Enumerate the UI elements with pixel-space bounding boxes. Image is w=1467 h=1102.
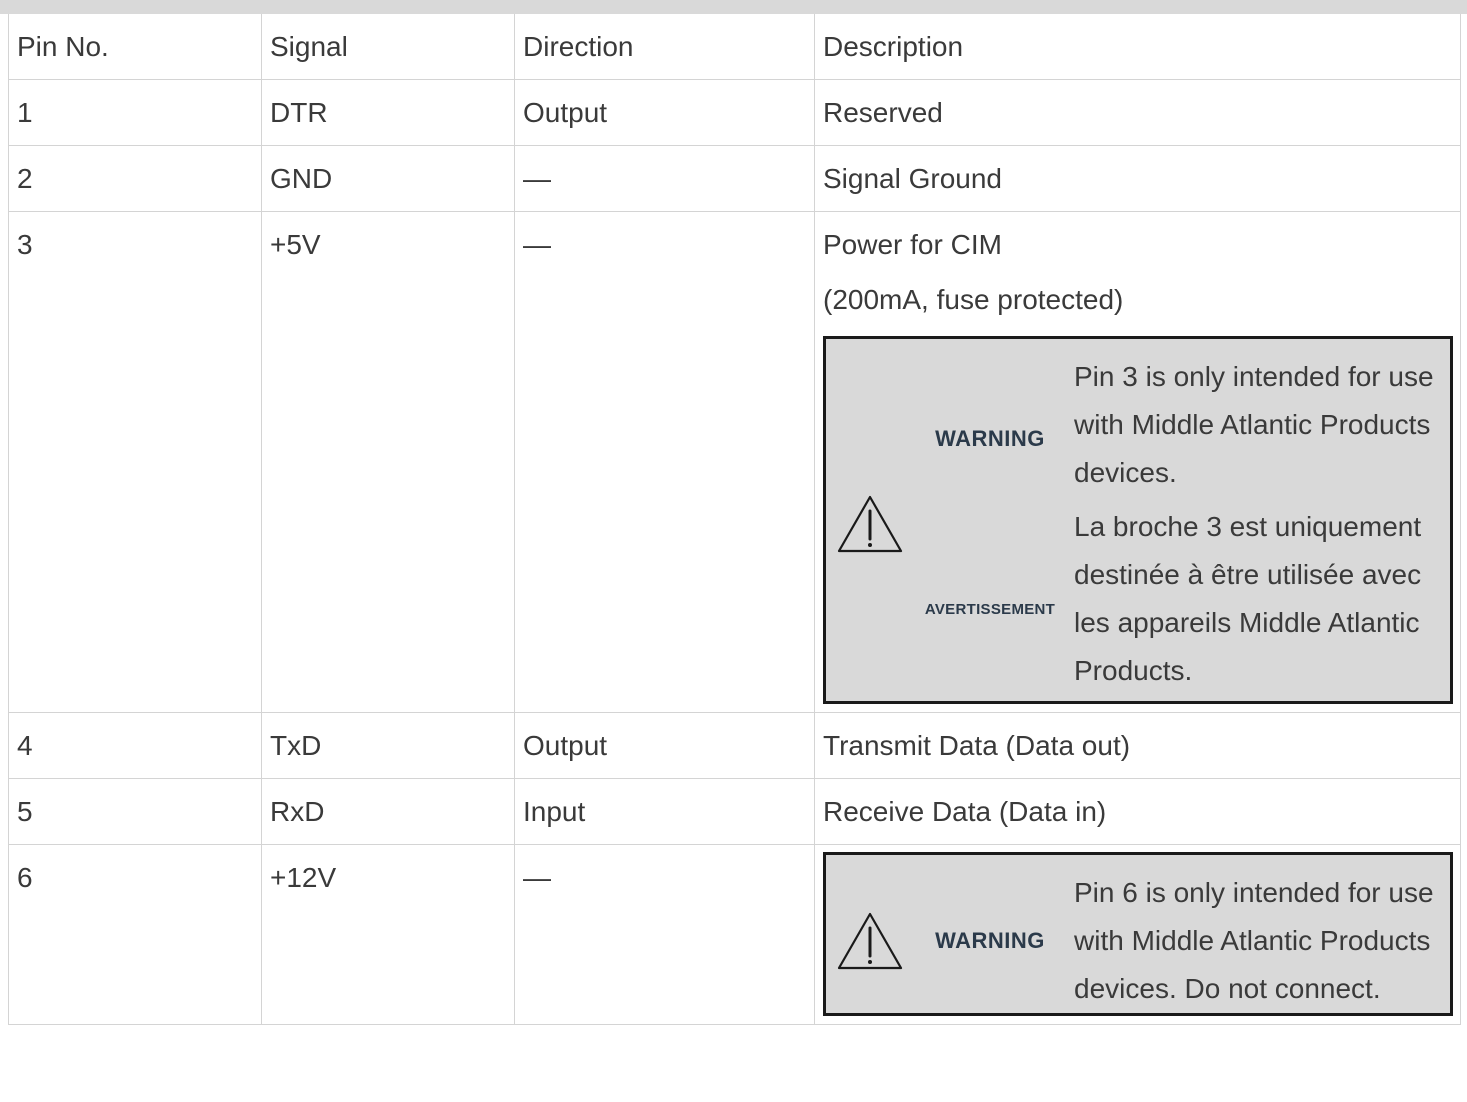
cell-signal: DTR [261,79,515,146]
header-direction: Direction [514,14,815,80]
warning-text-en: Pin 3 is only intended for use with Midd… [1074,361,1434,488]
cell-signal: GND [261,145,515,212]
warning-text-fr: La broche 3 est uniquement destinée à êt… [1074,511,1422,686]
header-pin-no: Pin No. [8,14,262,80]
table-row: 6 +12V — WARNING Pin 6 is only intended … [8,844,1461,1025]
table-row: 2 GND — Signal Ground [8,145,1461,212]
header-signal: Signal [261,14,515,80]
cell-description: Power for CIM (200mA, fuse protected) WA… [814,211,1461,713]
table-row: 5 RxD Input Receive Data (Data in) [8,778,1461,845]
cell-description: Receive Data (Data in) [814,778,1461,845]
cell-pin: 5 [8,778,262,845]
header-description: Description [814,14,1461,80]
avertissement-label: AVERTISSEMENT [924,600,1056,618]
cell-signal: TxD [261,712,515,779]
cell-direction: Output [514,79,815,146]
cell-pin: 1 [8,79,262,146]
cell-direction: — [514,145,815,212]
cell-direction: Input [514,778,815,845]
warning-box-pin3: WARNING AVERTISSEMENT Pin 3 is only inte… [823,336,1453,704]
cell-description: Transmit Data (Data out) [814,712,1461,779]
cell-direction: Output [514,712,815,779]
table-row: 1 DTR Output Reserved [8,79,1461,146]
cell-description: Signal Ground [814,145,1461,212]
table-row: 3 +5V — Power for CIM (200mA, fuse prote… [8,211,1461,713]
warning-triangle-icon [837,912,903,970]
cell-signal: +5V [261,211,515,713]
description-line: (200mA, fuse protected) [823,284,1124,315]
warning-text-en: Pin 6 is only intended for use with Midd… [1074,877,1434,1004]
table-header-row: Pin No. Signal Direction Description [8,14,1461,80]
cell-pin: 2 [8,145,262,212]
description-line: Power for CIM [823,229,1002,260]
cell-description: WARNING Pin 6 is only intended for use w… [814,844,1461,1025]
warning-label: WARNING [935,425,1045,451]
warning-box-pin6: WARNING Pin 6 is only intended for use w… [823,852,1453,1016]
warning-label: WARNING [935,928,1045,953]
cell-pin: 3 [8,211,262,713]
cell-description: Reserved [814,79,1461,146]
cell-signal: +12V [261,844,515,1025]
top-bar [0,0,1467,14]
cell-pin: 6 [8,844,262,1025]
pinout-table: Pin No. Signal Direction Description 1 D… [8,14,1461,1025]
cell-signal: RxD [261,778,515,845]
warning-triangle-icon [837,495,903,553]
cell-pin: 4 [8,712,262,779]
cell-direction: — [514,211,815,713]
cell-direction: — [514,844,815,1025]
table-row: 4 TxD Output Transmit Data (Data out) [8,712,1461,779]
